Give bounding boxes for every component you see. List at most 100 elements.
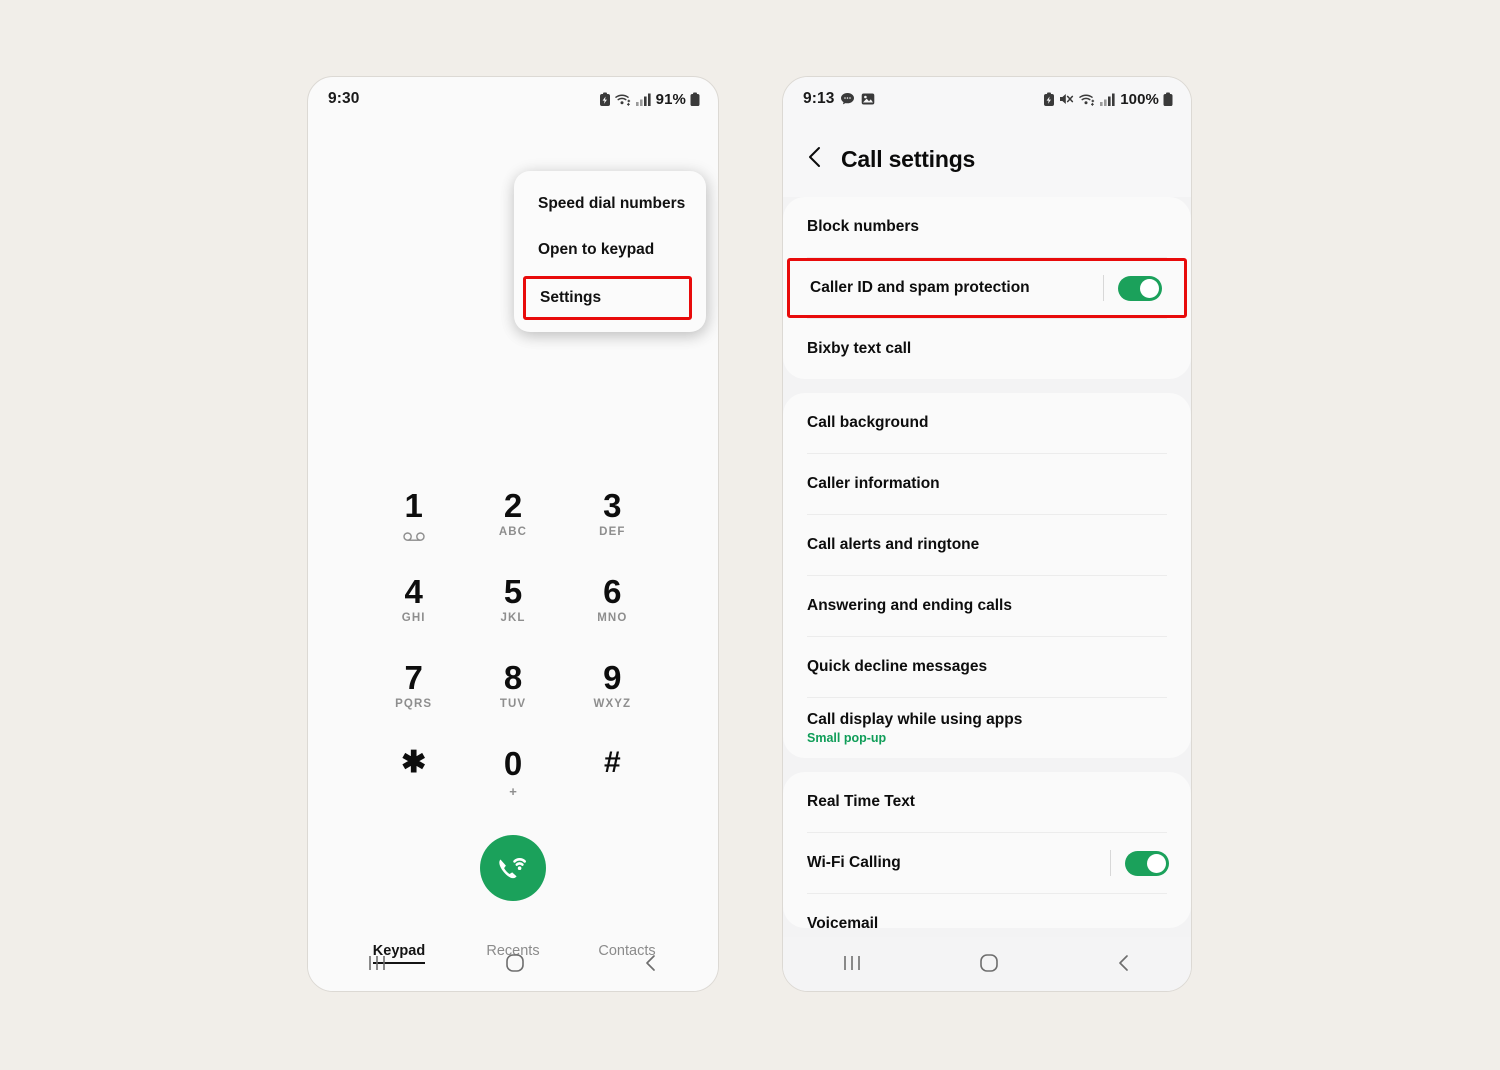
dialpad-key-hash[interactable]: # xyxy=(563,741,662,827)
dialpad-key-7[interactable]: 7 PQRS xyxy=(364,655,463,741)
menu-item-open-to-keypad[interactable]: Open to keypad xyxy=(514,227,706,273)
row-title: Wi-Fi Calling xyxy=(807,854,901,871)
dialpad-key-1[interactable]: 1 xyxy=(364,483,463,569)
row-title: Quick decline messages xyxy=(807,658,988,675)
dialpad-key-digit: ✱ xyxy=(401,746,427,779)
wifi-icon xyxy=(1079,92,1096,107)
dialpad-key-8[interactable]: 8 TUV xyxy=(463,655,562,741)
dialpad-key-digit: 8 xyxy=(503,659,523,696)
battery-saver-icon xyxy=(599,92,611,107)
battery-icon xyxy=(690,92,700,107)
message-icon xyxy=(840,92,855,106)
settings-header: Call settings xyxy=(783,121,1191,197)
menu-item-speed-dial[interactable]: Speed dial numbers xyxy=(514,181,706,227)
dialpad-key-digit: 2 xyxy=(503,487,523,524)
dialpad-key-digit: 7 xyxy=(404,659,423,696)
dialpad-key-4[interactable]: 4 GHI xyxy=(364,569,463,655)
row-title: Block numbers xyxy=(807,218,919,235)
home-icon[interactable] xyxy=(979,953,999,978)
menu-item-label: Speed dial numbers xyxy=(538,195,686,212)
row-title: Bixby text call xyxy=(807,340,912,357)
dialpad-key-3[interactable]: 3 DEF xyxy=(563,483,662,569)
call-button-row xyxy=(308,835,718,901)
row-title: Voicemail xyxy=(807,915,879,928)
recents-icon[interactable] xyxy=(841,954,863,977)
settings-group-1: Block numbers Caller ID and spam protect… xyxy=(783,197,1191,379)
menu-item-settings[interactable]: Settings xyxy=(523,276,692,320)
settings-row-call-background[interactable]: Call background xyxy=(783,393,1191,453)
home-icon[interactable] xyxy=(505,953,525,978)
dialpad-key-digit: 0 xyxy=(503,745,523,782)
settings-row-block-numbers[interactable]: Block numbers xyxy=(783,197,1191,257)
screenshot-stage: 9:30 91% Speed dial numbers Open to keyp… xyxy=(0,0,1500,1070)
settings-row-bixby-text-call[interactable]: Bixby text call xyxy=(783,319,1191,379)
row-title: Call background xyxy=(807,414,929,431)
settings-row-wifi-calling[interactable]: Wi-Fi Calling xyxy=(783,833,1191,893)
dialpad-key-digit: 1 xyxy=(404,487,423,524)
mute-icon xyxy=(1059,92,1075,106)
status-bar-left: 9:30 91% xyxy=(308,77,718,121)
status-bar-right: 9:13 100% xyxy=(783,77,1191,121)
back-icon[interactable] xyxy=(642,953,660,978)
toggle-knob xyxy=(1147,853,1166,873)
menu-item-label: Open to keypad xyxy=(538,241,655,258)
call-settings-screen: Call settings Block numbers Caller ID an… xyxy=(783,121,1191,991)
wifi-calling-toggle[interactable] xyxy=(1125,850,1169,876)
phone-left-dialer: 9:30 91% Speed dial numbers Open to keyp… xyxy=(307,76,719,992)
settings-row-quick-decline-messages[interactable]: Quick decline messages xyxy=(783,637,1191,697)
wifi-icon xyxy=(614,92,632,107)
dialpad-key-letters: WXYZ xyxy=(593,697,632,710)
dialpad-key-letters: GHI xyxy=(401,611,426,624)
toggle-divider xyxy=(1110,850,1111,876)
dialpad-key-5[interactable]: 5 JKL xyxy=(463,569,562,655)
settings-group-2: Call background Caller information Call … xyxy=(783,393,1191,758)
dialpad-key-star[interactable]: ✱ xyxy=(364,741,463,827)
caller-id-toggle[interactable] xyxy=(1118,275,1162,301)
settings-row-answering-and-ending-calls[interactable]: Answering and ending calls xyxy=(783,576,1191,636)
call-button[interactable] xyxy=(480,835,546,901)
settings-row-caller-information[interactable]: Caller information xyxy=(783,454,1191,514)
settings-row-call-alerts-and-ringtone[interactable]: Call alerts and ringtone xyxy=(783,515,1191,575)
row-title: Real Time Text xyxy=(807,793,915,810)
wifi-call-icon xyxy=(494,848,532,889)
dialpad-key-2[interactable]: 2 ABC xyxy=(463,483,562,569)
settings-row-voicemail-clipped[interactable]: Voicemail xyxy=(783,894,1191,928)
dialpad-key-letters: JKL xyxy=(500,611,526,624)
status-time: 9:30 xyxy=(328,90,360,107)
row-title: Caller ID and spam protection xyxy=(810,279,1030,296)
phone-right-settings: 9:13 100% Call settings Block numbers Ca… xyxy=(782,76,1192,992)
toggle-divider xyxy=(1103,275,1104,301)
signal-icon xyxy=(635,93,651,106)
dialpad-key-6[interactable]: 6 MNO xyxy=(563,569,662,655)
dialpad-key-digit: # xyxy=(603,746,621,779)
signal-icon xyxy=(1100,93,1115,106)
battery-saver-icon xyxy=(1043,92,1055,107)
settings-scroll-area[interactable]: Block numbers Caller ID and spam protect… xyxy=(783,197,1191,928)
settings-row-call-display-while-using-apps[interactable]: Call display while using apps Small pop-… xyxy=(783,698,1191,758)
recents-icon[interactable] xyxy=(366,954,388,977)
android-nav-bar-right xyxy=(783,937,1191,991)
dialpad-key-digit: 9 xyxy=(603,659,622,696)
dialpad-key-letters: TUV xyxy=(499,697,527,710)
dialpad-key-0[interactable]: 0 + xyxy=(463,741,562,827)
dialpad-key-letters: DEF xyxy=(599,525,626,538)
android-nav-bar-left xyxy=(308,937,718,991)
settings-row-real-time-text[interactable]: Real Time Text xyxy=(783,772,1191,832)
dialpad-key-digit: 6 xyxy=(603,573,622,610)
row-title: Answering and ending calls xyxy=(807,597,1012,614)
voicemail-icon xyxy=(402,528,425,546)
dialpad-key-letters: PQRS xyxy=(395,697,433,710)
back-chevron-icon[interactable] xyxy=(805,145,825,174)
row-title: Call display while using apps xyxy=(807,711,1023,728)
settings-row-voicemail[interactable]: Voicemail xyxy=(783,894,1191,928)
page-title: Call settings xyxy=(841,145,976,172)
menu-item-label: Settings xyxy=(540,289,602,306)
dialpad-key-digit: 4 xyxy=(404,573,423,610)
row-subtitle: Small pop-up xyxy=(807,731,887,745)
dialpad-key-letters: MNO xyxy=(597,611,628,624)
dialpad-key-9[interactable]: 9 WXYZ xyxy=(563,655,662,741)
row-title: Caller information xyxy=(807,475,940,492)
dialpad-key-digit: 3 xyxy=(603,487,622,524)
settings-row-caller-id-spam-protection[interactable]: Caller ID and spam protection xyxy=(787,258,1187,318)
back-icon[interactable] xyxy=(1115,953,1133,978)
